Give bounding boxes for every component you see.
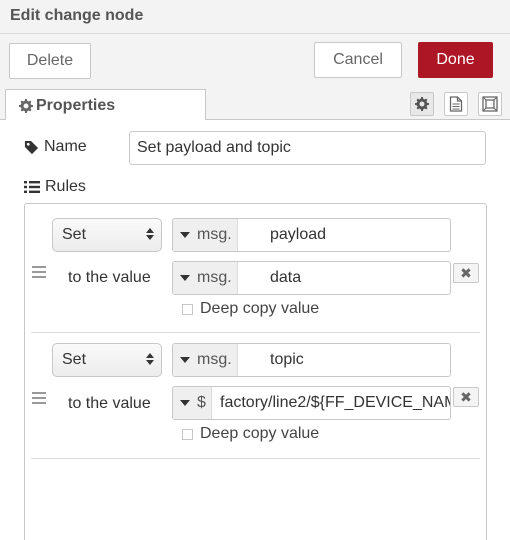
- name-label-text: Name: [44, 138, 87, 155]
- deep-copy-checkbox[interactable]: [182, 428, 193, 440]
- deep-copy-option[interactable]: Deep copy value: [182, 300, 319, 318]
- close-icon: ✖: [460, 388, 472, 405]
- value-type-label: $: [197, 394, 206, 411]
- target-type-dropdown[interactable]: msg.: [173, 219, 238, 251]
- rule-target-input[interactable]: msg. topic: [172, 343, 451, 377]
- to-value-label: to the value: [68, 395, 151, 412]
- caret-down-icon: [180, 400, 190, 406]
- document-icon: [449, 96, 463, 112]
- deep-copy-label: Deep copy value: [200, 300, 320, 317]
- dialog-toolbar: Delete Cancel Done: [0, 34, 510, 86]
- appearance-tab-button[interactable]: [478, 92, 502, 116]
- gear-icon: [19, 98, 33, 113]
- value-type-dropdown[interactable]: msg.: [173, 262, 238, 294]
- rule-action-value: Set: [62, 226, 87, 243]
- title-bar: Edit change node: [0, 0, 510, 34]
- target-value: topic: [270, 351, 304, 368]
- gear-icon: [415, 97, 429, 111]
- select-arrows-icon: [146, 353, 154, 365]
- value-text: data: [270, 269, 302, 286]
- tag-icon: [24, 140, 39, 155]
- name-input[interactable]: Set payload and topic: [129, 131, 486, 165]
- layout-icon: [482, 96, 498, 112]
- description-tab-button[interactable]: [444, 92, 468, 116]
- drag-handle-icon[interactable]: [32, 266, 46, 278]
- rules-label: Rules: [24, 178, 86, 196]
- drag-handle-icon[interactable]: [32, 392, 46, 404]
- node-settings-tab-button[interactable]: [410, 92, 434, 116]
- select-arrows-icon: [146, 228, 154, 240]
- dialog-title: Edit change node: [10, 7, 144, 24]
- rules-label-text: Rules: [45, 178, 86, 195]
- to-value-label: to the value: [68, 269, 151, 286]
- done-button[interactable]: Done: [418, 42, 493, 78]
- list-icon: [24, 180, 40, 194]
- clear-value-button[interactable]: ✖: [453, 263, 479, 283]
- clear-value-button[interactable]: ✖: [453, 387, 479, 407]
- value-text: factory/line2/${FF_DEVICE_NAME}: [220, 394, 451, 411]
- delete-button[interactable]: Delete: [9, 43, 91, 79]
- tab-properties[interactable]: Properties: [5, 89, 206, 121]
- deep-copy-label: Deep copy value: [200, 425, 320, 442]
- name-label: Name: [24, 138, 87, 156]
- tab-properties-label: Properties: [36, 96, 116, 114]
- rule-action-select[interactable]: Set: [52, 343, 162, 377]
- caret-down-icon: [180, 232, 190, 238]
- deep-copy-checkbox[interactable]: [182, 303, 193, 315]
- target-value: payload: [270, 226, 327, 243]
- close-icon: ✖: [460, 264, 472, 281]
- value-type-dropdown[interactable]: $: [173, 387, 212, 419]
- cancel-button[interactable]: Cancel: [314, 42, 402, 78]
- target-type-label: msg.: [197, 351, 232, 368]
- rule-divider: [31, 458, 480, 459]
- rule-value-input[interactable]: msg. data: [172, 261, 451, 295]
- rule-target-input[interactable]: msg. payload: [172, 218, 451, 252]
- target-type-dropdown[interactable]: msg.: [173, 344, 238, 376]
- caret-down-icon: [180, 357, 190, 363]
- value-type-label: msg.: [197, 269, 232, 286]
- rule-value-input[interactable]: $ factory/line2/${FF_DEVICE_NAME}: [172, 386, 451, 420]
- caret-down-icon: [180, 275, 190, 281]
- target-type-label: msg.: [197, 226, 232, 243]
- rule-action-select[interactable]: Set: [52, 218, 162, 252]
- deep-copy-option[interactable]: Deep copy value: [182, 425, 319, 443]
- rule-action-value: Set: [62, 351, 87, 368]
- rule-divider: [31, 332, 480, 333]
